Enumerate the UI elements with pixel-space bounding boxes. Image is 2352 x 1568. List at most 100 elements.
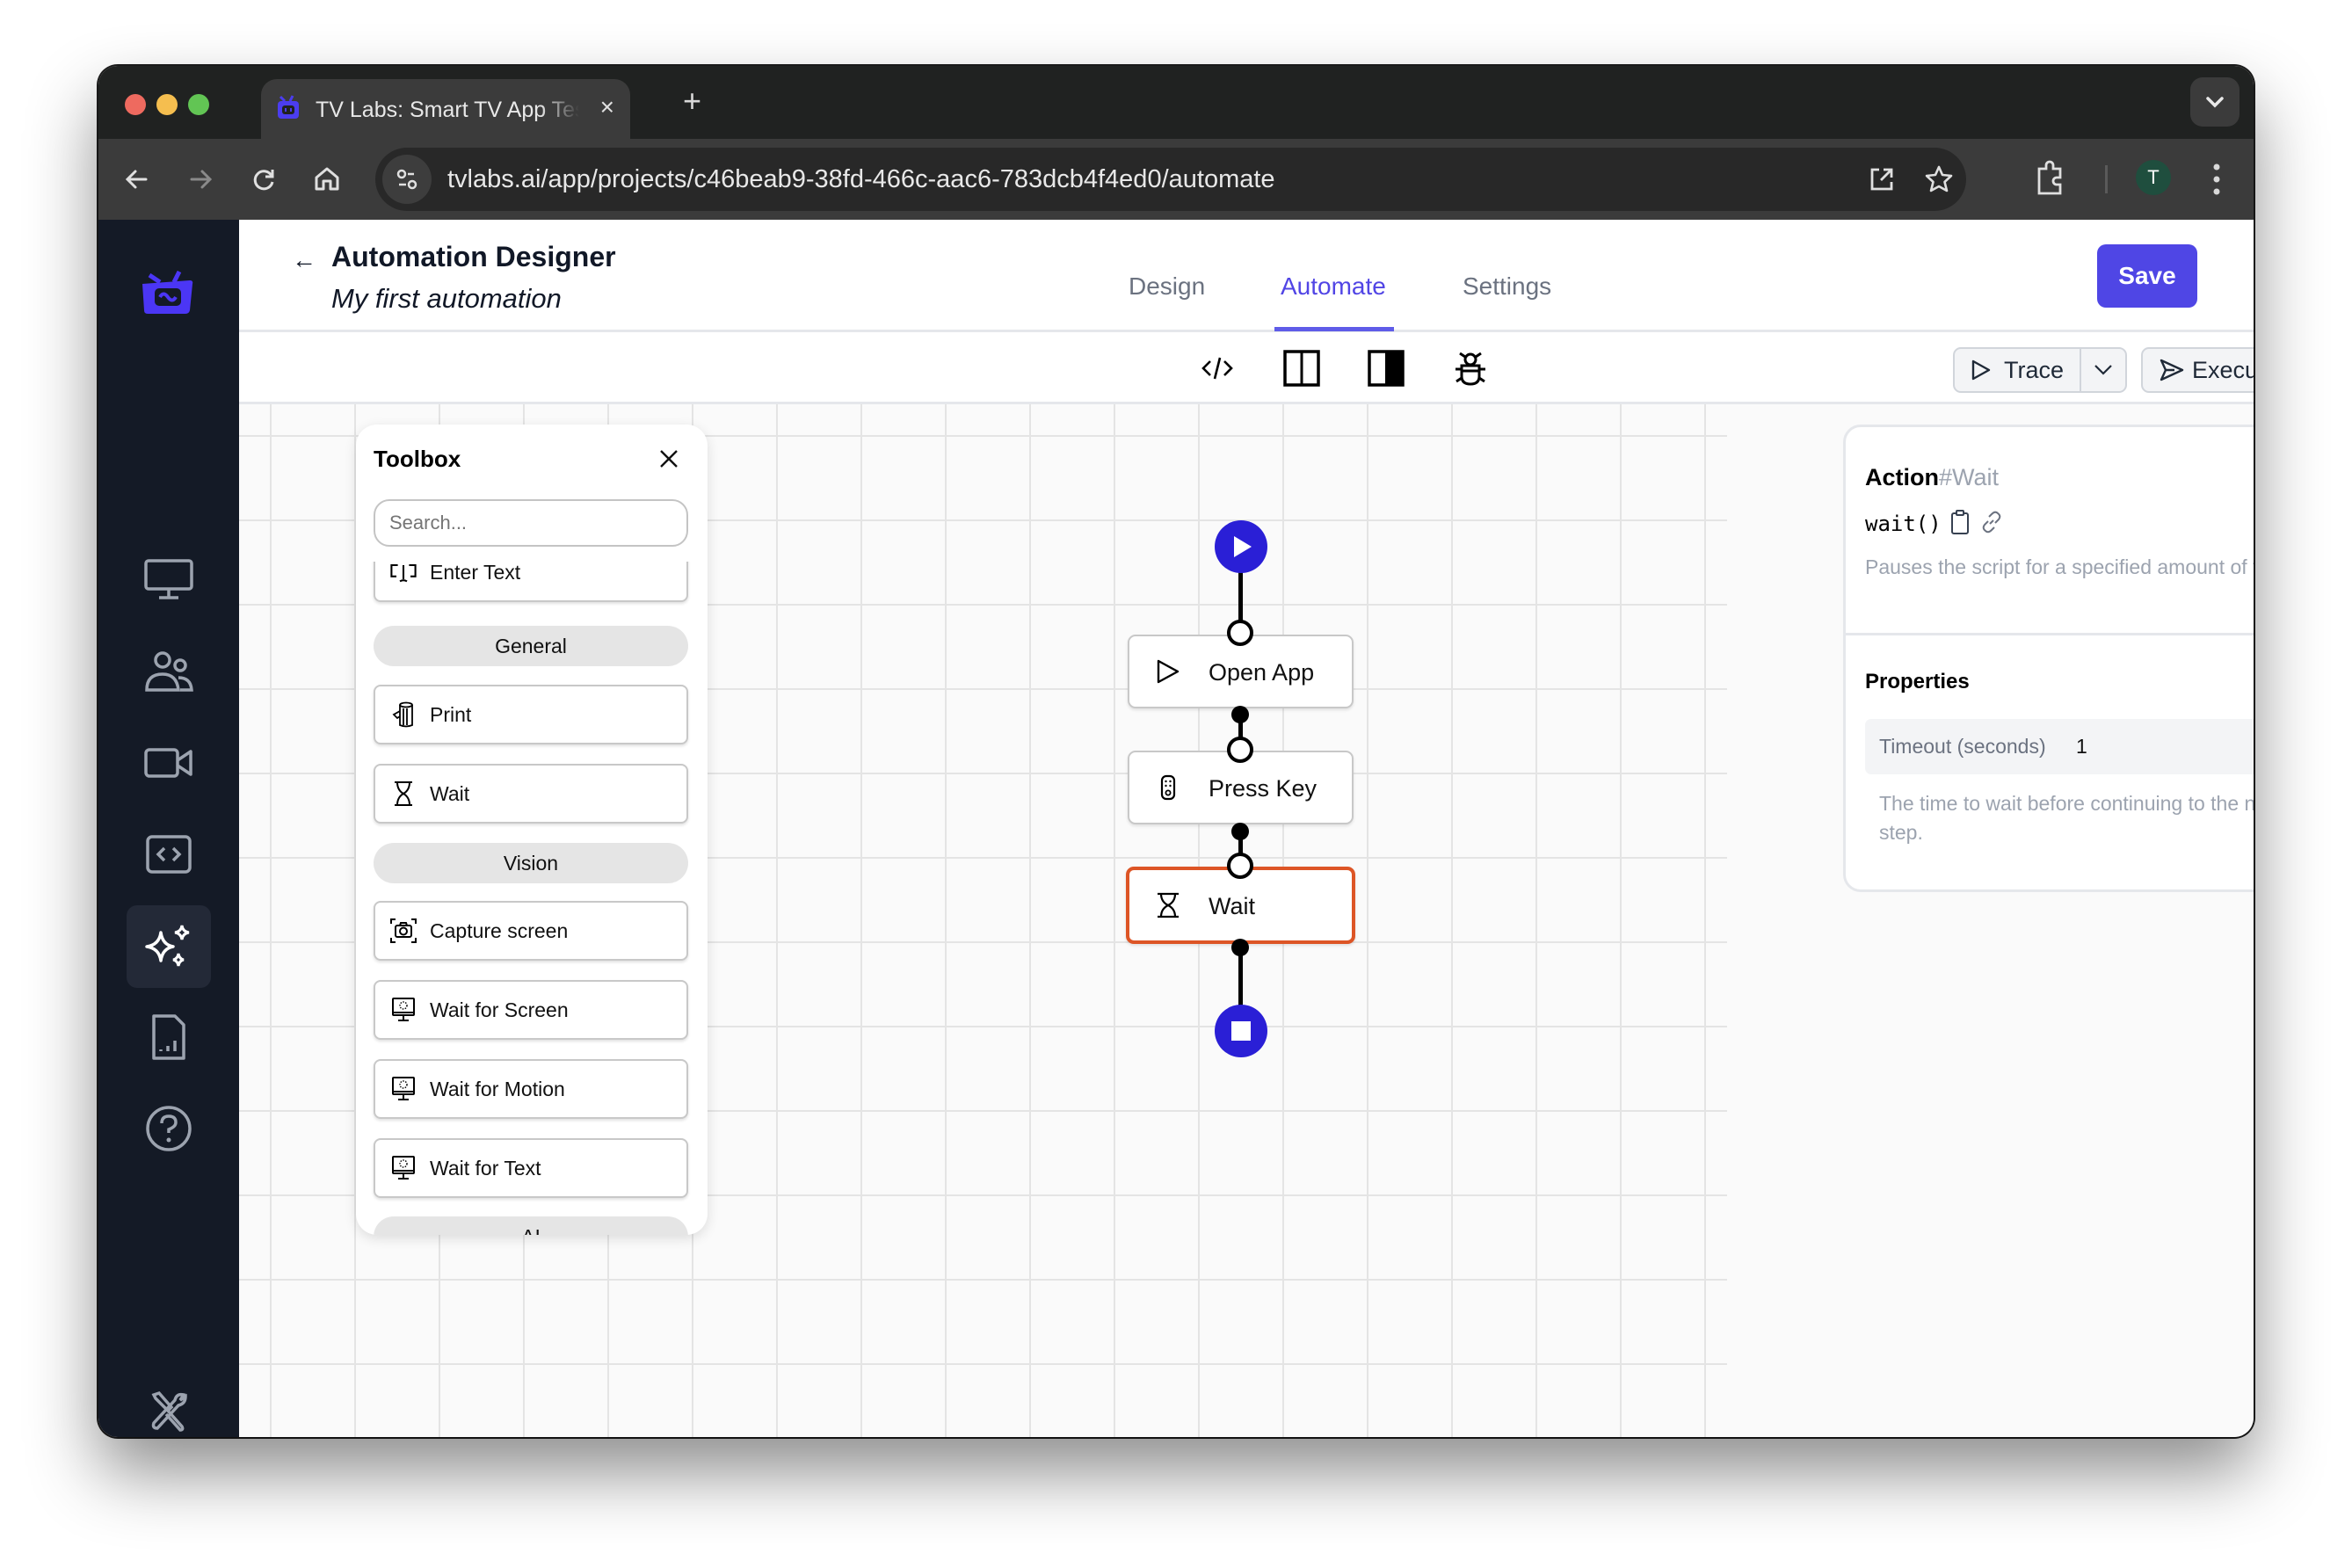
link-icon[interactable] [1979, 510, 2004, 534]
output-port[interactable] [1231, 706, 1249, 723]
back-button[interactable]: ← [292, 246, 316, 274]
action-code: wait() [1865, 512, 1942, 536]
sidebar-item-tools[interactable] [134, 1376, 204, 1437]
back-icon[interactable] [118, 160, 156, 199]
text-cursor-icon [390, 563, 417, 583]
properties-panel: Action#Wait wait() Pauses the script for… [1843, 425, 2254, 892]
tool-item-label: Wait for Text [430, 1156, 541, 1180]
tab-settings[interactable]: Settings [1463, 272, 1551, 301]
tool-item-label: Wait for Motion [430, 1077, 565, 1100]
execute-all-button[interactable]: Execute All [2141, 347, 2254, 393]
designer-toolbar: Trace Execute All [239, 332, 2254, 404]
browser-tab[interactable]: TV Labs: Smart TV App Testing × [261, 79, 630, 139]
toolbox-group-ai: AI [374, 1216, 688, 1235]
timeout-help: The time to wait before continuing to th… [1879, 792, 2254, 844]
output-port[interactable] [1231, 823, 1249, 840]
toolbar-divider [2105, 165, 2108, 193]
tool-item-wait[interactable]: Wait [374, 764, 688, 824]
extensions-icon[interactable] [2032, 160, 2067, 199]
tool-item-label: Enter Text [430, 562, 521, 584]
tab-design[interactable]: Design [1129, 272, 1205, 301]
save-button[interactable]: Save [2097, 244, 2197, 308]
tab-automate[interactable]: Automate [1281, 272, 1386, 301]
stop-icon [1231, 1021, 1251, 1041]
sidebar-item-reports[interactable] [134, 1002, 204, 1072]
input-port[interactable] [1227, 853, 1253, 879]
tab-close-icon[interactable]: × [600, 93, 614, 121]
sidebar-item-devices[interactable] [134, 545, 204, 615]
timeout-field[interactable]: Timeout (seconds) 1 [1865, 719, 2254, 774]
site-info-button[interactable] [382, 155, 432, 204]
flow-edge [1238, 569, 1243, 621]
more-menu-icon[interactable] [2208, 160, 2225, 199]
bookmark-star-icon[interactable] [1922, 163, 1956, 196]
sidebar-item-sessions[interactable] [134, 728, 204, 798]
tvlabs-logo-icon[interactable] [137, 268, 199, 321]
input-port[interactable] [1227, 737, 1253, 763]
forward-icon[interactable] [181, 160, 220, 199]
panel-view-icon [1368, 350, 1405, 387]
action-info-section: Action#Wait wait() Pauses the script for… [1846, 427, 2254, 635]
tool-item-print[interactable]: Print [374, 685, 688, 744]
code-view-button[interactable] [1197, 348, 1238, 388]
open-in-new-icon[interactable] [1866, 163, 1898, 195]
panel-view-button[interactable] [1366, 348, 1406, 388]
users-icon [145, 651, 193, 692]
address-bar[interactable]: tvlabs.ai/app/projects/c46beab9-38fd-466… [375, 148, 1966, 211]
send-icon [2160, 359, 2184, 381]
monitor-icon [144, 559, 193, 599]
tool-item-enter-text[interactable]: Enter Text [374, 562, 688, 602]
close-icon[interactable] [659, 449, 679, 468]
tools-icon [151, 1390, 187, 1432]
clipboard-icon[interactable] [1949, 509, 1971, 535]
toolbox-panel: Toolbox Enter Text General Print [356, 425, 708, 1235]
page-title: Automation Designer [331, 241, 616, 272]
toolbox-search-input[interactable] [374, 499, 688, 547]
toolbox-list[interactable]: Enter Text General Print Wait Vision Cap… [356, 562, 708, 1235]
window-close-button[interactable] [125, 94, 146, 115]
trace-dropdown-button[interactable] [2081, 349, 2125, 391]
toolbox-group-vision: Vision [374, 843, 688, 883]
browser-window: TV Labs: Smart TV App Testing × + tvlabs… [98, 66, 2254, 1437]
active-tab-indicator [1274, 327, 1394, 331]
sparkles-icon [145, 925, 190, 967]
tool-item-capture-screen[interactable]: Capture screen [374, 901, 688, 961]
output-port[interactable] [1231, 939, 1249, 956]
tool-item-wait-for-text[interactable]: Wait for Text [374, 1138, 688, 1198]
tool-item-wait-for-motion[interactable]: Wait for Motion [374, 1059, 688, 1119]
debug-button[interactable] [1450, 348, 1491, 388]
play-outline-icon [1157, 659, 1180, 684]
action-description: Pauses the script for a specified amount… [1865, 555, 2254, 578]
play-icon [1234, 536, 1252, 557]
sidebar-item-automation[interactable] [127, 905, 211, 988]
flow-canvas[interactable]: Open App Press Key Wait Toolbox Search..… [239, 404, 2254, 1437]
trace-label: Trace [2004, 356, 2065, 383]
home-icon[interactable] [308, 160, 346, 199]
reload-icon[interactable] [244, 160, 283, 199]
action-name: #Wait [1939, 464, 2000, 490]
chevron-down-icon [2206, 97, 2224, 108]
sidebar-item-code[interactable] [134, 819, 204, 889]
tool-item-wait-for-screen[interactable]: Wait for Screen [374, 980, 688, 1040]
tab-search-button[interactable] [2190, 77, 2239, 127]
start-node[interactable] [1215, 520, 1267, 573]
trace-button[interactable]: Trace [1955, 349, 2081, 391]
tool-item-label: Wait for Screen [430, 998, 569, 1021]
profile-avatar[interactable]: T [2136, 160, 2171, 195]
new-tab-button[interactable]: + [683, 85, 701, 117]
action-kind: Action [1865, 464, 1939, 490]
sidebar-item-team[interactable] [134, 636, 204, 707]
window-maximize-button[interactable] [188, 94, 209, 115]
code-icon [146, 835, 192, 874]
window-minimize-button[interactable] [156, 94, 178, 115]
debug-icon [1455, 352, 1485, 386]
sidebar-item-help[interactable] [134, 1093, 204, 1164]
input-port[interactable] [1227, 620, 1253, 646]
execute-all-label: Execute All [2192, 356, 2254, 383]
log-icon [392, 701, 413, 728]
split-view-button[interactable] [1281, 348, 1322, 388]
timeout-value[interactable]: 1 [2076, 735, 2087, 759]
url-text: tvlabs.ai/app/projects/c46beab9-38fd-466… [447, 165, 1275, 193]
code-view-icon [1201, 357, 1233, 380]
end-node[interactable] [1215, 1005, 1267, 1057]
